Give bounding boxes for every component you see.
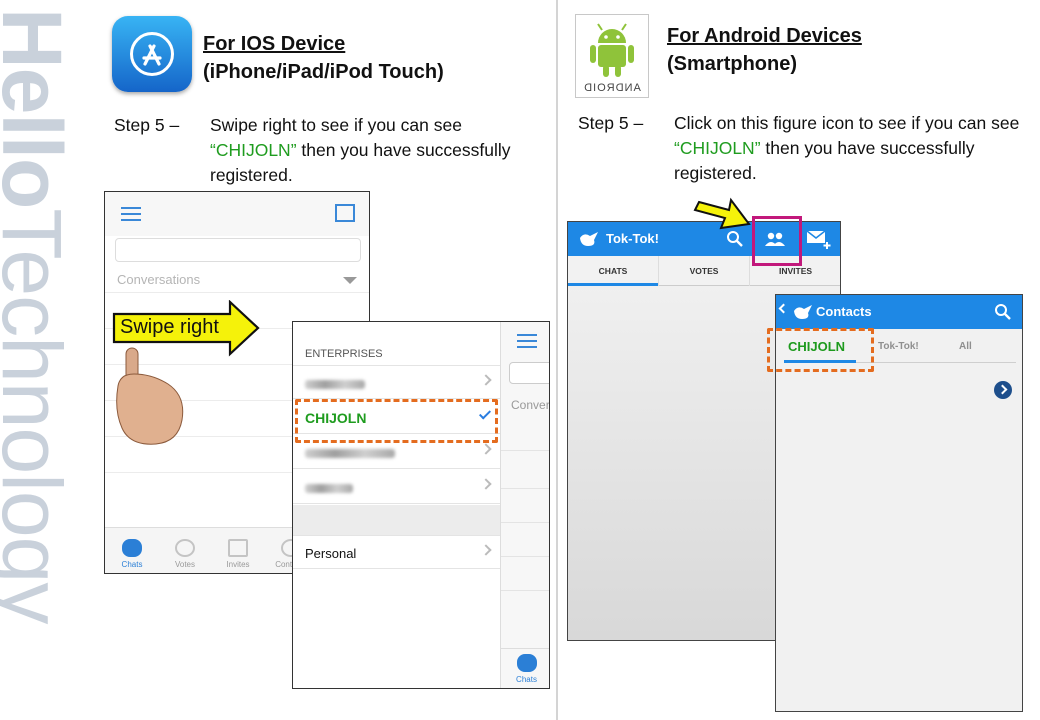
ios-heading-title: For IOS Device [203, 33, 346, 55]
hand-icon [116, 347, 184, 445]
android-heading-subtitle: (Smartphone) [667, 53, 797, 75]
list-item[interactable] [293, 470, 500, 504]
chijoln-highlight-box [295, 399, 498, 443]
pointer-arrow [693, 197, 751, 230]
back-icon[interactable] [778, 303, 789, 314]
search-input[interactable] [115, 238, 361, 262]
ios-step: Step 5 – Swipe right to see if you can s… [114, 113, 534, 193]
swipe-right-label: Swipe right [120, 316, 219, 338]
chevron-right-icon [480, 544, 492, 556]
chat-icon [122, 539, 142, 557]
app-title: Tok-Tok! [606, 231, 659, 246]
tab-toktok[interactable]: Tok-Tok! [878, 341, 919, 352]
tab-chats-label: Chats [121, 560, 143, 569]
contacts-title: Contacts [816, 304, 872, 319]
enterprises-section-label: ENTERPRISES [305, 348, 383, 360]
new-message-icon[interactable] [806, 228, 832, 250]
compose-icon[interactable] [335, 204, 355, 222]
dropdown-icon[interactable] [343, 277, 357, 284]
android-heading: For Android Devices (Smartphone) [667, 22, 862, 78]
tab-chats[interactable]: Chats [107, 539, 157, 569]
chijoln-tab-highlight-box [767, 328, 874, 372]
android-icon: ANDROID [575, 14, 649, 98]
brand-technology: Technology [0, 208, 79, 624]
app-logo-icon [580, 232, 598, 246]
list-item[interactable] [293, 365, 500, 399]
tab-votes-label: Votes [174, 560, 195, 569]
ios-heading-subtitle: (iPhone/iPad/iPod Touch) [203, 61, 444, 83]
android-step-number: Step 5 – [578, 113, 644, 133]
brand-hello: Hello [0, 8, 79, 209]
tab-votes[interactable]: Votes [160, 539, 210, 569]
tab-votes[interactable]: VOTES [659, 256, 750, 286]
tab-invites-label: Invites [226, 560, 250, 569]
search-icon[interactable] [994, 303, 1012, 321]
ios-step-number: Step 5 – [114, 115, 180, 135]
android-icon-label: ANDROID [583, 82, 641, 94]
chevron-right-icon [480, 443, 492, 455]
brand-text: HelloTechnology [0, 8, 79, 623]
android-heading-title: For Android Devices [667, 25, 862, 47]
android-step-text-before: Click on this figure icon to see if you … [674, 113, 1020, 133]
chat-icon [516, 654, 537, 672]
chevron-right-icon [480, 478, 492, 490]
ios-step-highlight: “CHIJOLN” [210, 140, 297, 160]
votes-icon [175, 539, 195, 557]
conversations-panel-peek: Conver Chats [500, 322, 550, 688]
chevron-right-icon [480, 374, 492, 386]
search-input[interactable] [509, 362, 549, 384]
android-step: Step 5 – Click on this figure icon to se… [578, 111, 1028, 191]
list-item-personal[interactable]: Personal [293, 535, 500, 569]
app-store-icon [112, 16, 192, 92]
contacts-icon-highlight-box [752, 216, 802, 266]
ios-topbar [105, 192, 369, 236]
brand-watermark: HelloTechnology [0, 8, 79, 718]
section-separator [293, 505, 500, 535]
calendar-icon [228, 539, 248, 557]
tab-chats-label: Chats [516, 675, 537, 684]
tab-chats[interactable]: CHATS [568, 256, 659, 286]
column-divider [556, 0, 558, 720]
ios-enterprises-screenshot: ENTERPRISES CHIJOLN Personal Conver Chat… [292, 321, 550, 689]
arrow-right-circle-icon[interactable] [994, 381, 1012, 399]
enterprise-list: ENTERPRISES CHIJOLN Personal [293, 322, 500, 688]
ios-step-text: Swipe right to see if you can see “CHIJO… [210, 113, 530, 188]
tab-all[interactable]: All [959, 341, 972, 352]
conversations-label-peek: Conver [511, 398, 550, 412]
ios-heading: For IOS Device (iPhone/iPad/iPod Touch) [203, 30, 444, 86]
menu-icon[interactable] [121, 207, 141, 221]
app-logo-icon [794, 305, 812, 319]
tab-chats[interactable]: Chats [501, 648, 549, 688]
android-step-highlight: “CHIJOLN” [674, 138, 761, 158]
conversations-label: Conversations [117, 272, 201, 287]
android-step-text: Click on this figure icon to see if you … [674, 111, 1020, 186]
tab-invites[interactable]: Invites [213, 539, 263, 569]
personal-label: Personal [305, 546, 357, 561]
ios-step-text-before: Swipe right to see if you can see [210, 115, 462, 135]
contacts-appbar: Contacts [776, 295, 1022, 329]
menu-icon[interactable] [517, 334, 537, 348]
